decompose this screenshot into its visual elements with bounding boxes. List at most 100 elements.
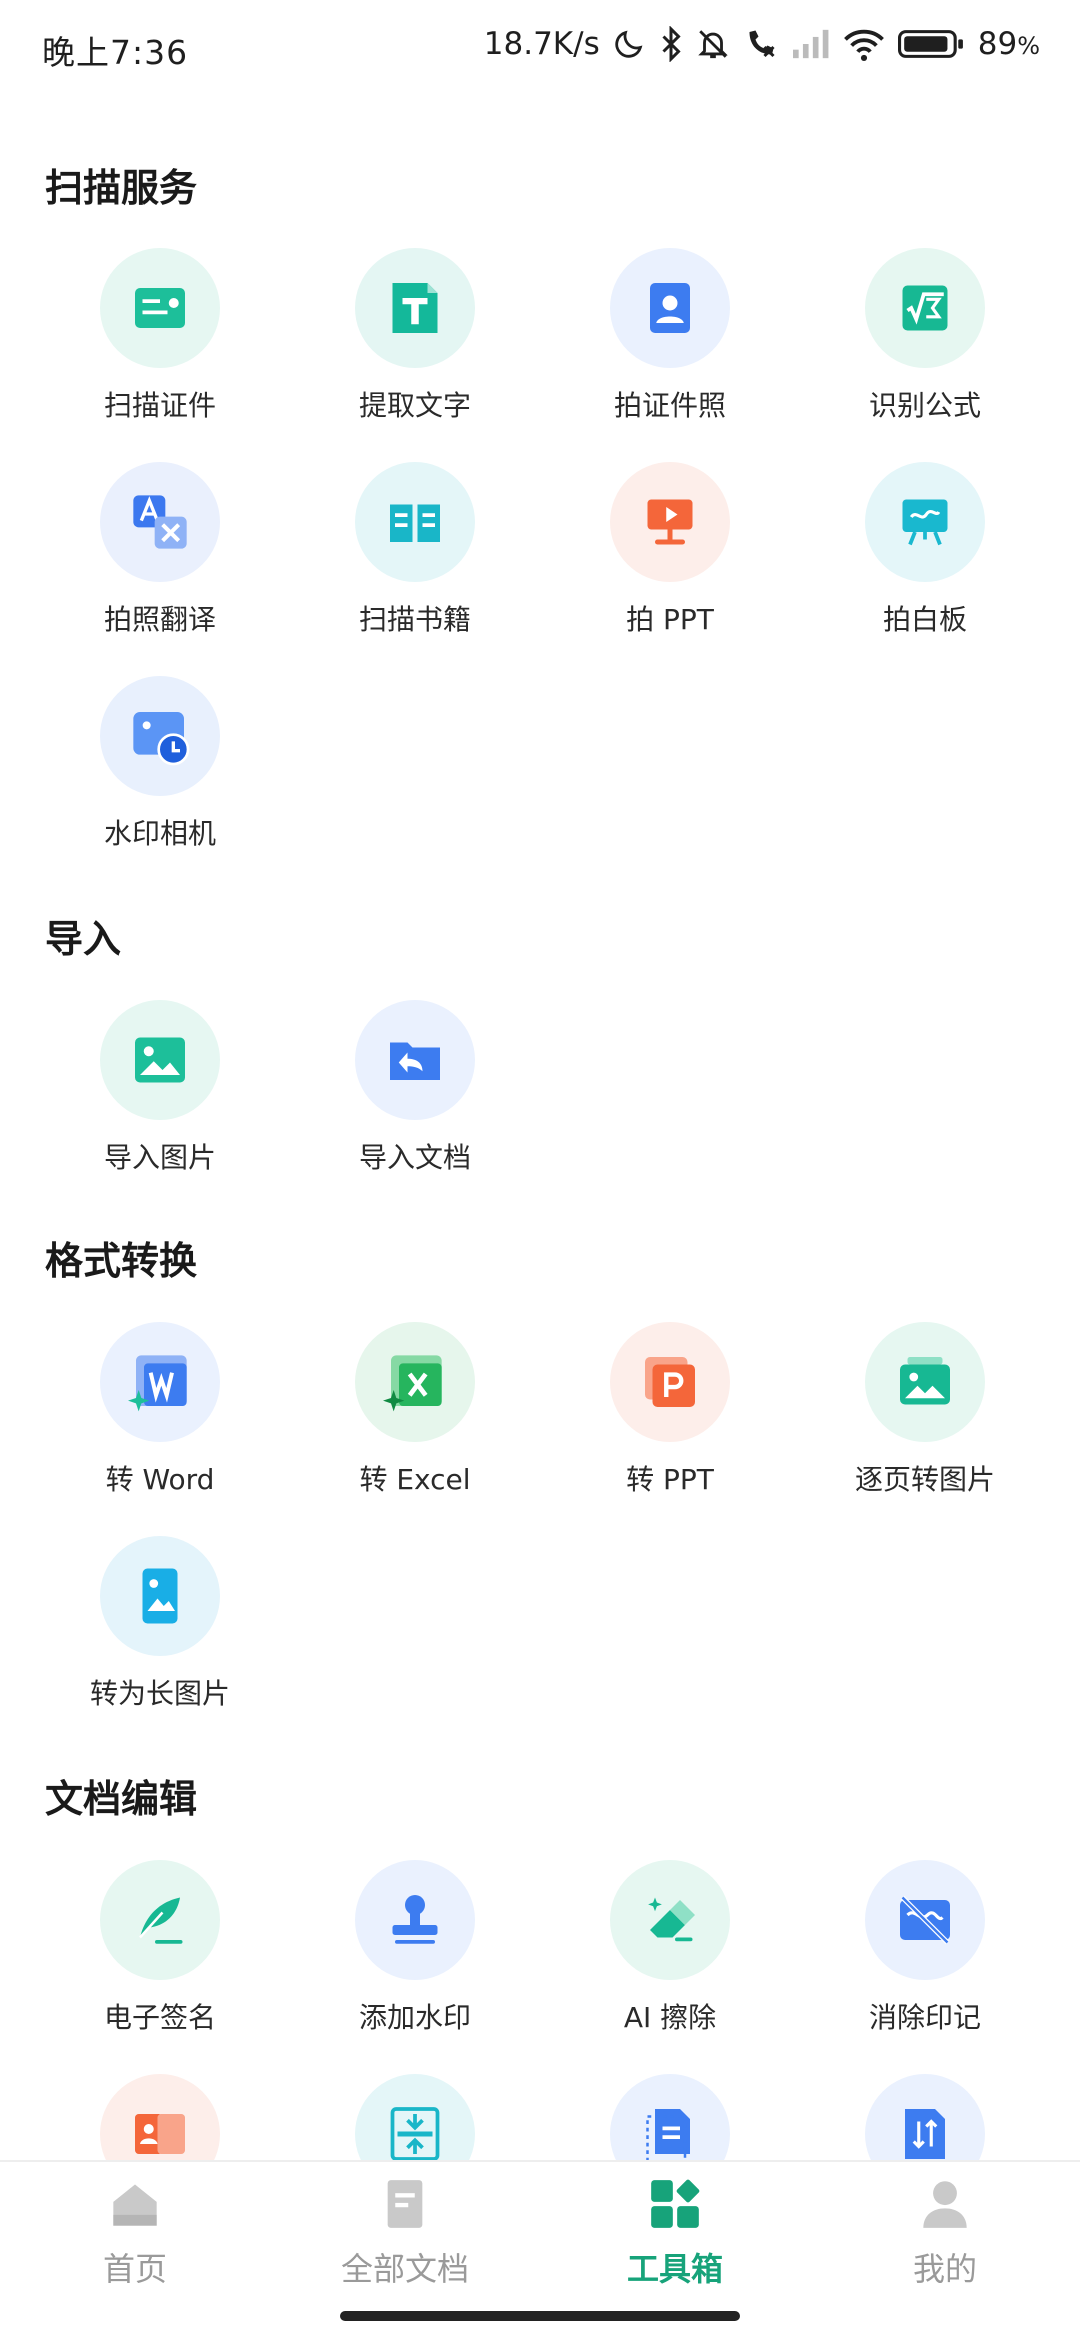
toolbox-icon	[651, 2179, 700, 2228]
signature-pen-icon	[139, 1897, 183, 1944]
tool-import-image[interactable]: 导入图片	[45, 1000, 275, 1190]
wifi-icon	[843, 29, 884, 61]
tool-label: AI 擦除	[623, 2001, 717, 2034]
tool-to-ppt[interactable]: 转 PPT	[555, 1322, 785, 1512]
bell-off-icon	[697, 30, 728, 59]
tool-icon-circle	[610, 1322, 730, 1442]
id-compare-icon	[135, 2114, 185, 2154]
long-image-icon	[142, 1568, 178, 1624]
tool-label: 转 Excel	[359, 1463, 471, 1496]
watermark-camera-icon	[133, 712, 190, 766]
network-speed: 18.7K/s	[483, 26, 600, 62]
tool-label: 拍白板	[882, 603, 967, 636]
status-time: 晚上7:36	[42, 33, 189, 72]
tool-label: 扫描书籍	[358, 603, 471, 636]
tool-formula[interactable]: 识别公式	[810, 248, 1040, 438]
tool-label: 转 PPT	[626, 1463, 714, 1496]
tool-to-long-image[interactable]: 转为长图片	[45, 1536, 275, 1726]
tool-to-excel[interactable]: 转 Excel	[300, 1322, 530, 1512]
pages-to-image-icon	[900, 1357, 950, 1405]
section-title-convert: 格式转换	[45, 1239, 198, 1283]
remove-mark-icon	[900, 1895, 950, 1945]
section-title-edit: 文档编辑	[45, 1777, 198, 1821]
bluetooth-icon	[662, 26, 681, 62]
nav-profile[interactable]: 我的	[845, 2178, 1045, 2308]
home-indicator[interactable]	[340, 2311, 740, 2321]
tool-label: 导入文档	[358, 1141, 471, 1174]
document-icon	[387, 2180, 423, 2228]
status-icons: 18.7K/s 89%	[484, 26, 1040, 62]
tool-label: 添加水印	[358, 2001, 471, 2034]
tool-icon-circle	[610, 1860, 730, 1980]
word-icon	[128, 1355, 187, 1412]
tool-label: 逐页转图片	[854, 1463, 995, 1496]
tool-label: 拍证件照	[613, 389, 726, 422]
tool-label: 转 Word	[105, 1463, 215, 1496]
tool-remove-marks[interactable]: 消除印记	[810, 1860, 1040, 2050]
battery-icon	[897, 30, 963, 58]
tool-icon-circle	[355, 1322, 475, 1442]
tool-label: 拍 PPT	[626, 603, 714, 636]
nav-label: 首页	[102, 2250, 167, 2288]
ppt-projector-icon	[647, 499, 693, 545]
person-icon	[923, 2181, 967, 2228]
tool-watermark-camera[interactable]: 水印相机	[45, 676, 275, 866]
tool-icon-circle	[610, 462, 730, 582]
tool-label: 拍照翻译	[103, 603, 216, 636]
whiteboard-icon	[902, 499, 948, 546]
tool-icon-circle	[100, 462, 220, 582]
tool-extract-text[interactable]: 提取文字	[300, 248, 530, 438]
nav-toolbox[interactable]: 工具箱	[575, 2178, 775, 2308]
nav-all-documents[interactable]: 全部文档	[305, 2178, 505, 2308]
excel-icon	[383, 1355, 442, 1412]
text-t-icon	[392, 283, 438, 333]
nav-home[interactable]: 首页	[35, 2178, 235, 2308]
call-blocked-icon	[749, 30, 775, 58]
tool-label: 导入图片	[103, 1141, 216, 1174]
tool-label: 扫描证件	[103, 389, 216, 422]
signal-icon	[792, 29, 829, 59]
eraser-icon	[648, 1897, 695, 1942]
book-icon	[390, 504, 440, 542]
tool-photo-translate[interactable]: 拍照翻译	[45, 462, 275, 652]
tool-label: 转为长图片	[89, 1677, 230, 1710]
tool-scan-book[interactable]: 扫描书籍	[300, 462, 530, 652]
tool-label: 水印相机	[103, 817, 216, 850]
tool-icon-circle	[355, 1000, 475, 1120]
tool-icon-circle	[610, 248, 730, 368]
tool-icon-circle	[100, 1000, 220, 1120]
tool-label: 电子签名	[103, 2001, 216, 2034]
tool-icon-circle	[865, 248, 985, 368]
id-card-icon	[135, 288, 185, 328]
section-title-scan: 扫描服务	[45, 166, 198, 210]
tool-icon-circle	[865, 462, 985, 582]
tool-scan-id[interactable]: 扫描证件	[45, 248, 275, 438]
compress-icon	[390, 2107, 440, 2161]
nav-label: 工具箱	[626, 2250, 723, 2288]
tool-ai-erase[interactable]: AI 擦除	[555, 1860, 785, 2050]
tool-icon-circle	[100, 248, 220, 368]
tool-import-document[interactable]: 导入文档	[300, 1000, 530, 1190]
tool-pages-to-image[interactable]: 逐页转图片	[810, 1322, 1040, 1512]
doc-sort-icon	[905, 2109, 945, 2159]
tool-icon-circle	[100, 1536, 220, 1656]
tool-icon-circle	[865, 1322, 985, 1442]
toolbox-content[interactable]: 扫描服务 扫描证件 提取文字 拍证件照 识别公式 拍照翻译 扫描书籍 拍 PPT…	[0, 100, 1080, 2194]
tool-icon-circle	[355, 462, 475, 582]
tool-add-watermark[interactable]: 添加水印	[300, 1860, 530, 2050]
translate-icon	[133, 495, 187, 549]
tool-e-signature[interactable]: 电子签名	[45, 1860, 275, 2050]
tool-whiteboard[interactable]: 拍白板	[810, 462, 1040, 652]
tool-to-word[interactable]: 转 Word	[45, 1322, 275, 1512]
tool-label: 提取文字	[358, 389, 471, 422]
import-image-icon	[135, 1037, 185, 1083]
status-bar: 晚上7:36 18.7K/s 89%	[0, 0, 1080, 100]
doc-select-icon	[646, 2109, 690, 2163]
import-folder-icon	[390, 1042, 440, 1080]
tool-icon-circle	[865, 1860, 985, 1980]
tool-photo-ppt[interactable]: 拍 PPT	[555, 462, 785, 652]
id-photo-icon	[650, 283, 690, 333]
tool-icon-circle	[100, 1860, 220, 1980]
tool-id-photo[interactable]: 拍证件照	[555, 248, 785, 438]
stamp-icon	[392, 1895, 438, 1944]
